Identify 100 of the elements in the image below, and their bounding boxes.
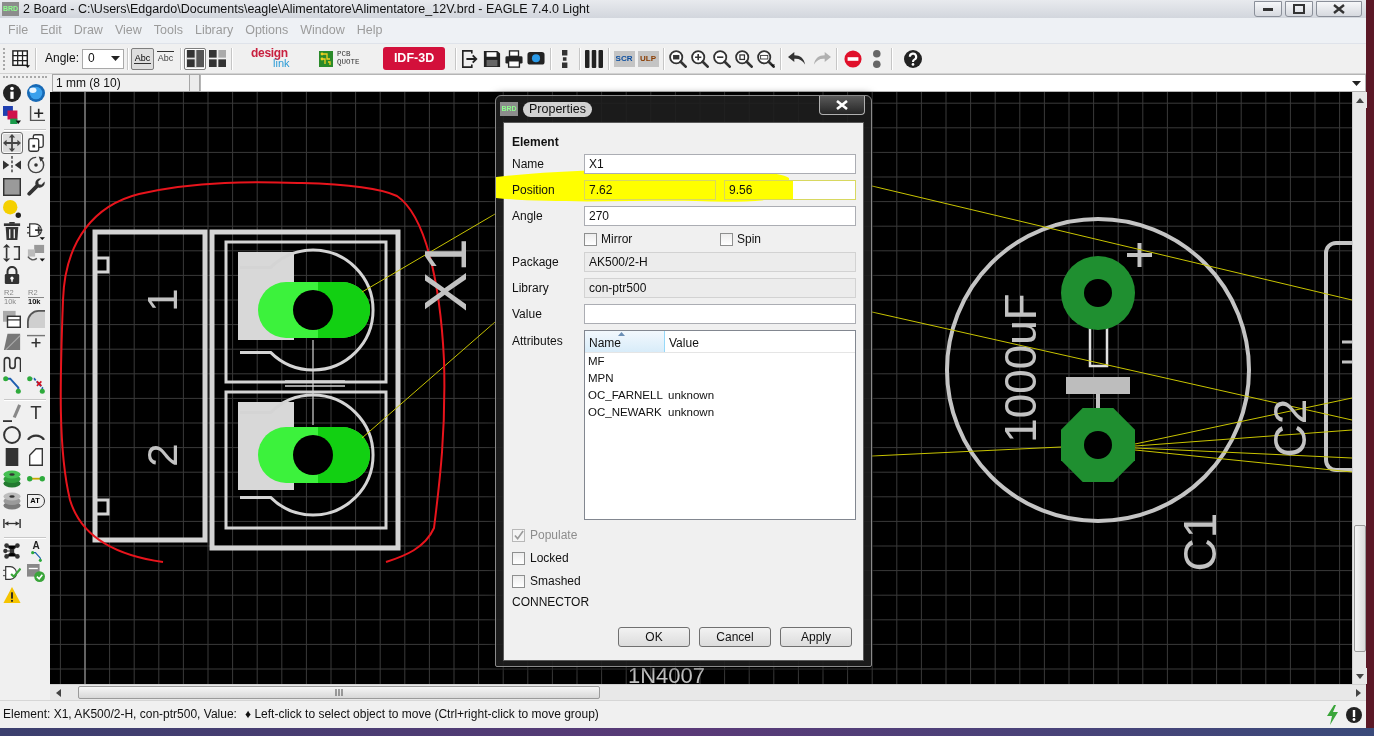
text-field[interactable]: 7.62 [584,180,716,200]
slanted-block-icon [3,332,21,350]
idf-3d-button[interactable]: IDF-3D [383,47,446,70]
via-tool[interactable] [1,468,23,490]
mirror-icon [3,156,21,174]
checkbox[interactable] [512,551,525,565]
command-field[interactable] [200,74,1366,92]
rotate-tool[interactable] [25,154,47,176]
scrollbar-thumb[interactable] [1354,525,1366,652]
text-field[interactable]: con-ptr500 [584,278,856,299]
toolbar-button[interactable] [583,47,606,70]
scrollbar-thumb[interactable] [78,686,600,699]
text-mirrored-button[interactable]: Abc [154,47,178,70]
text-tool[interactable]: T [25,402,47,424]
autoroute-tool[interactable]: A [25,540,47,562]
design-link-button[interactable]: design link [251,46,310,71]
print-button[interactable] [503,47,526,70]
dialog-button[interactable]: OK [618,627,690,648]
checkbox-label[interactable]: Locked [530,551,569,566]
eye-tool[interactable] [25,82,47,104]
scroll-down-button[interactable] [1353,668,1367,684]
ratsnest-tool[interactable] [1,540,23,562]
dot-icon [3,200,21,218]
pen-line-icon [3,404,21,422]
wave-icon [3,354,21,372]
category-text: CONNECTOR [512,595,591,610]
checkbox-label[interactable]: Smashed [530,574,581,589]
wire-tool[interactable] [1,402,23,424]
route-tool[interactable] [1,374,23,396]
help-button[interactable] [902,47,925,70]
text-field[interactable] [584,304,856,325]
checkbox-label[interactable]: Mirror [601,232,633,247]
move-tool[interactable] [1,132,23,154]
checkbox[interactable] [584,232,597,246]
add-tool[interactable] [25,220,47,242]
smash-tool[interactable] [1,308,23,330]
alert-icon [1346,706,1362,723]
route-line-icon [3,376,21,394]
ripup-tool[interactable] [25,374,47,396]
scroll-up-button[interactable] [1353,92,1367,108]
swap-tool[interactable] [25,242,47,264]
panel-check-icon [27,564,45,582]
dot-network-icon [3,542,21,560]
route-line-icon [30,550,42,562]
vertical-scrollbar[interactable] [1352,92,1366,684]
column-header[interactable]: Value [665,331,855,353]
zoom-button[interactable] [755,47,778,70]
checkbox-label[interactable]: Spin [737,232,762,247]
column-header[interactable]: Name [585,331,665,353]
dimension-arrow-icon [3,518,21,528]
maximize-button[interactable] [1285,1,1313,17]
grid-button[interactable] [10,47,32,70]
text-field[interactable]: X1 [584,154,856,174]
trash-tool[interactable] [1,220,23,242]
field-label: Library [512,281,550,296]
layers-tool[interactable] [1,104,23,126]
wrench-tool[interactable] [25,176,47,198]
checkbox-label: Populate [530,528,578,543]
grid-icon [12,49,30,68]
zoom-select-button[interactable] [733,47,756,70]
horizontal-scrollbar[interactable] [50,684,1366,700]
hole-tool[interactable] [1,490,23,512]
text-field[interactable]: 9.56 [724,180,856,200]
zoom-out-button[interactable] [711,47,734,70]
status-text: Element: X1, AK500/2-H, con-ptr500, Value: [3,707,237,722]
dialog-button[interactable]: Cancel [699,627,771,648]
zoom-out-icon [713,49,732,68]
close-button[interactable] [819,96,865,115]
circle-tool[interactable] [1,424,23,446]
table-cell-text: MF [587,354,606,370]
close-button[interactable] [1316,1,1362,17]
layout-button[interactable] [184,47,207,70]
info-icon [3,84,21,102]
triangle-up-icon [1356,97,1364,103]
text-upright-button[interactable]: Abc [131,47,155,70]
padlock-icon [3,266,21,284]
angle-label: Angle: [45,51,80,66]
replace-tool[interactable] [1,242,23,264]
table-cell-text: MPN [587,371,615,387]
angle-dropdown[interactable]: 0 [82,48,125,69]
dialog-button[interactable]: Apply [780,627,852,648]
layout-button[interactable] [206,47,229,70]
copy-tool[interactable] [25,132,47,154]
field-label: Package [512,255,560,270]
zoom-in-button[interactable] [689,47,712,70]
group-tool[interactable] [1,176,23,198]
splitter-handle[interactable] [190,74,200,92]
value-label: 1000uF [995,293,1045,443]
minimize-button[interactable] [1254,1,1282,17]
field-label: Name [512,156,545,172]
paste-tool[interactable] [1,198,23,220]
sort-caret-icon [618,332,625,337]
value-label: 1N4007 [628,663,706,684]
checkbox[interactable] [512,574,525,588]
checkbox[interactable] [720,232,733,246]
zoom-fit-button[interactable] [667,47,690,70]
text-field[interactable]: 270 [584,206,856,226]
info-tool[interactable] [1,82,23,104]
miter-tool[interactable] [25,308,47,330]
text-field[interactable]: AK500/2-H [584,252,856,273]
